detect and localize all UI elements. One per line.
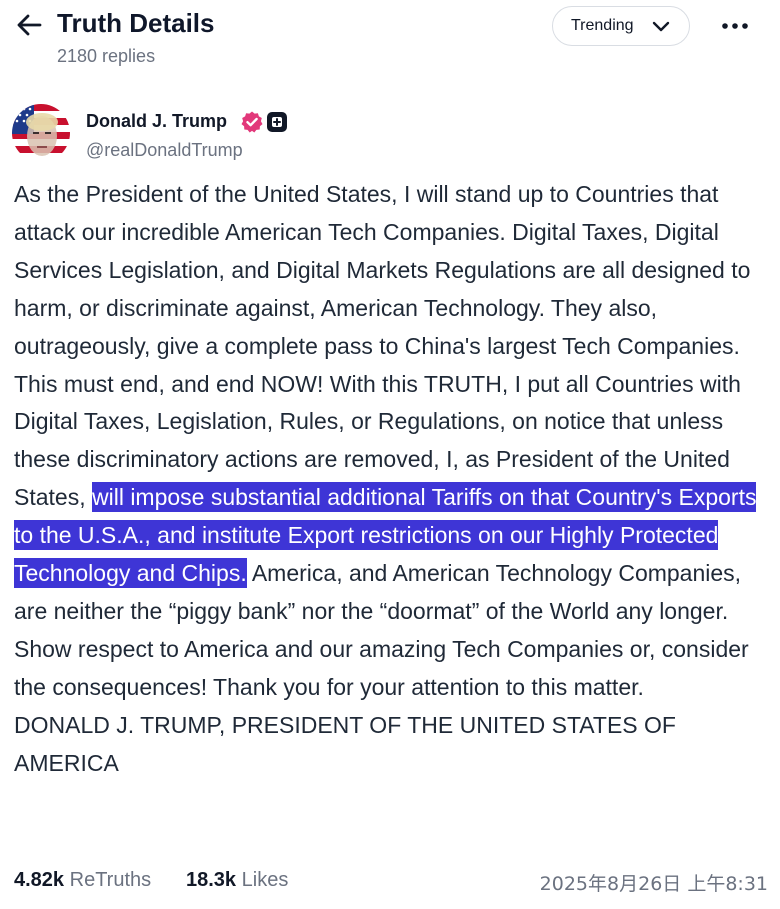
- more-horizontal-icon[interactable]: [720, 16, 750, 36]
- reply-count: 2180 replies: [57, 46, 156, 66]
- retruths-stat[interactable]: 4.82k ReTruths: [14, 869, 151, 892]
- sort-label: Trending: [571, 17, 634, 34]
- post-text-start: As the President of the United States, I…: [14, 181, 751, 511]
- likes-count: 18.3k: [186, 869, 237, 891]
- retruths-count: 4.82k: [14, 869, 65, 891]
- header: Truth Details 2180 replies Trending: [0, 0, 780, 80]
- avatar[interactable]: [12, 104, 70, 162]
- post-text: As the President of the United States, I…: [14, 176, 774, 707]
- truth-plus-badge-icon: [267, 112, 287, 132]
- author-name[interactable]: Donald J. Trump: [86, 111, 227, 132]
- post-timestamp: 2025年8月26日 上午8:31: [539, 873, 768, 895]
- retruths-label: ReTruths: [69, 869, 152, 891]
- likes-stat[interactable]: 18.3k Likes: [186, 869, 288, 892]
- verified-badge-icon: [241, 111, 263, 133]
- sort-dropdown[interactable]: Trending: [552, 6, 690, 46]
- post-body: As the President of the United States, I…: [14, 176, 774, 783]
- author-handle[interactable]: @realDonaldTrump: [86, 140, 243, 161]
- post-signature: DONALD J. TRUMP, PRESIDENT OF THE UNITED…: [14, 711, 676, 776]
- likes-label: Likes: [241, 869, 289, 891]
- arrow-left-icon[interactable]: [14, 10, 44, 40]
- page-title: Truth Details: [57, 8, 215, 38]
- post-footer: 4.82k ReTruths 18.3k Likes 2025年8月26日 上午…: [14, 869, 768, 897]
- chevron-down-icon: [652, 21, 670, 32]
